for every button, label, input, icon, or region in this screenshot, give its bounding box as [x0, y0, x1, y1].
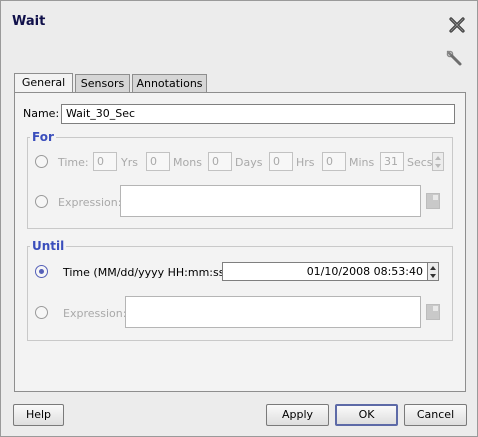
until-expression-label: Expression:: [63, 307, 127, 320]
until-expression-input[interactable]: [125, 296, 421, 328]
edit-expression-icon[interactable]: [426, 193, 440, 209]
dialog-title: Wait: [12, 14, 46, 29]
tab-general[interactable]: General: [14, 73, 73, 93]
spinner-up-icon[interactable]: [430, 266, 436, 270]
name-label: Name:: [23, 107, 60, 120]
minutes-unit: Mins: [349, 156, 375, 169]
seconds-spinner[interactable]: [432, 152, 444, 171]
months-field[interactable]: 0: [146, 152, 170, 171]
tab-sensors[interactable]: Sensors: [75, 74, 130, 93]
close-icon[interactable]: [447, 15, 467, 35]
tab-annotations[interactable]: Annotations: [132, 74, 207, 93]
years-unit: Yrs: [121, 156, 138, 169]
for-expression-label: Expression:: [58, 196, 122, 209]
for-expression-radio[interactable]: [35, 195, 48, 208]
tab-annotations-label: Annotations: [136, 77, 203, 90]
spinner-down-icon[interactable]: [435, 164, 441, 168]
until-legend: Until: [30, 239, 67, 253]
ok-button[interactable]: OK: [335, 404, 398, 426]
edit-expression-icon[interactable]: [426, 304, 440, 320]
cancel-button[interactable]: Cancel: [404, 404, 467, 426]
for-expression-input[interactable]: [120, 185, 421, 217]
name-input[interactable]: Wait_30_Sec: [61, 104, 455, 124]
months-unit: Mons: [173, 156, 202, 169]
until-expression-radio[interactable]: [35, 306, 48, 319]
until-time-radio[interactable]: [35, 265, 48, 278]
wait-dialog: Wait General Sensors Annotations Name: W…: [0, 0, 478, 437]
apply-button[interactable]: Apply: [266, 404, 329, 426]
years-field[interactable]: 0: [93, 152, 117, 171]
hours-unit: Hrs: [296, 156, 315, 169]
wrench-icon[interactable]: [445, 49, 463, 67]
title-bar: Wait: [1, 1, 477, 41]
until-time-input[interactable]: 01/10/2008 08:53:40: [222, 262, 428, 281]
seconds-unit: Secs: [407, 156, 433, 169]
seconds-field[interactable]: 31: [380, 152, 404, 171]
days-field[interactable]: 0: [208, 152, 232, 171]
spinner-up-icon[interactable]: [435, 156, 441, 160]
minutes-field[interactable]: 0: [322, 152, 346, 171]
tab-general-label: General: [21, 76, 66, 89]
days-unit: Days: [235, 156, 263, 169]
time-spinner[interactable]: [427, 262, 439, 281]
for-time-radio[interactable]: [35, 155, 48, 168]
hours-field[interactable]: 0: [269, 152, 293, 171]
tab-sensors-label: Sensors: [80, 77, 125, 90]
until-time-label: Time (MM/dd/yyyy HH:mm:ss):: [63, 266, 233, 279]
for-legend: For: [30, 130, 56, 144]
help-button[interactable]: Help: [13, 404, 64, 426]
spinner-down-icon[interactable]: [430, 274, 436, 278]
for-time-label: Time:: [58, 156, 89, 169]
